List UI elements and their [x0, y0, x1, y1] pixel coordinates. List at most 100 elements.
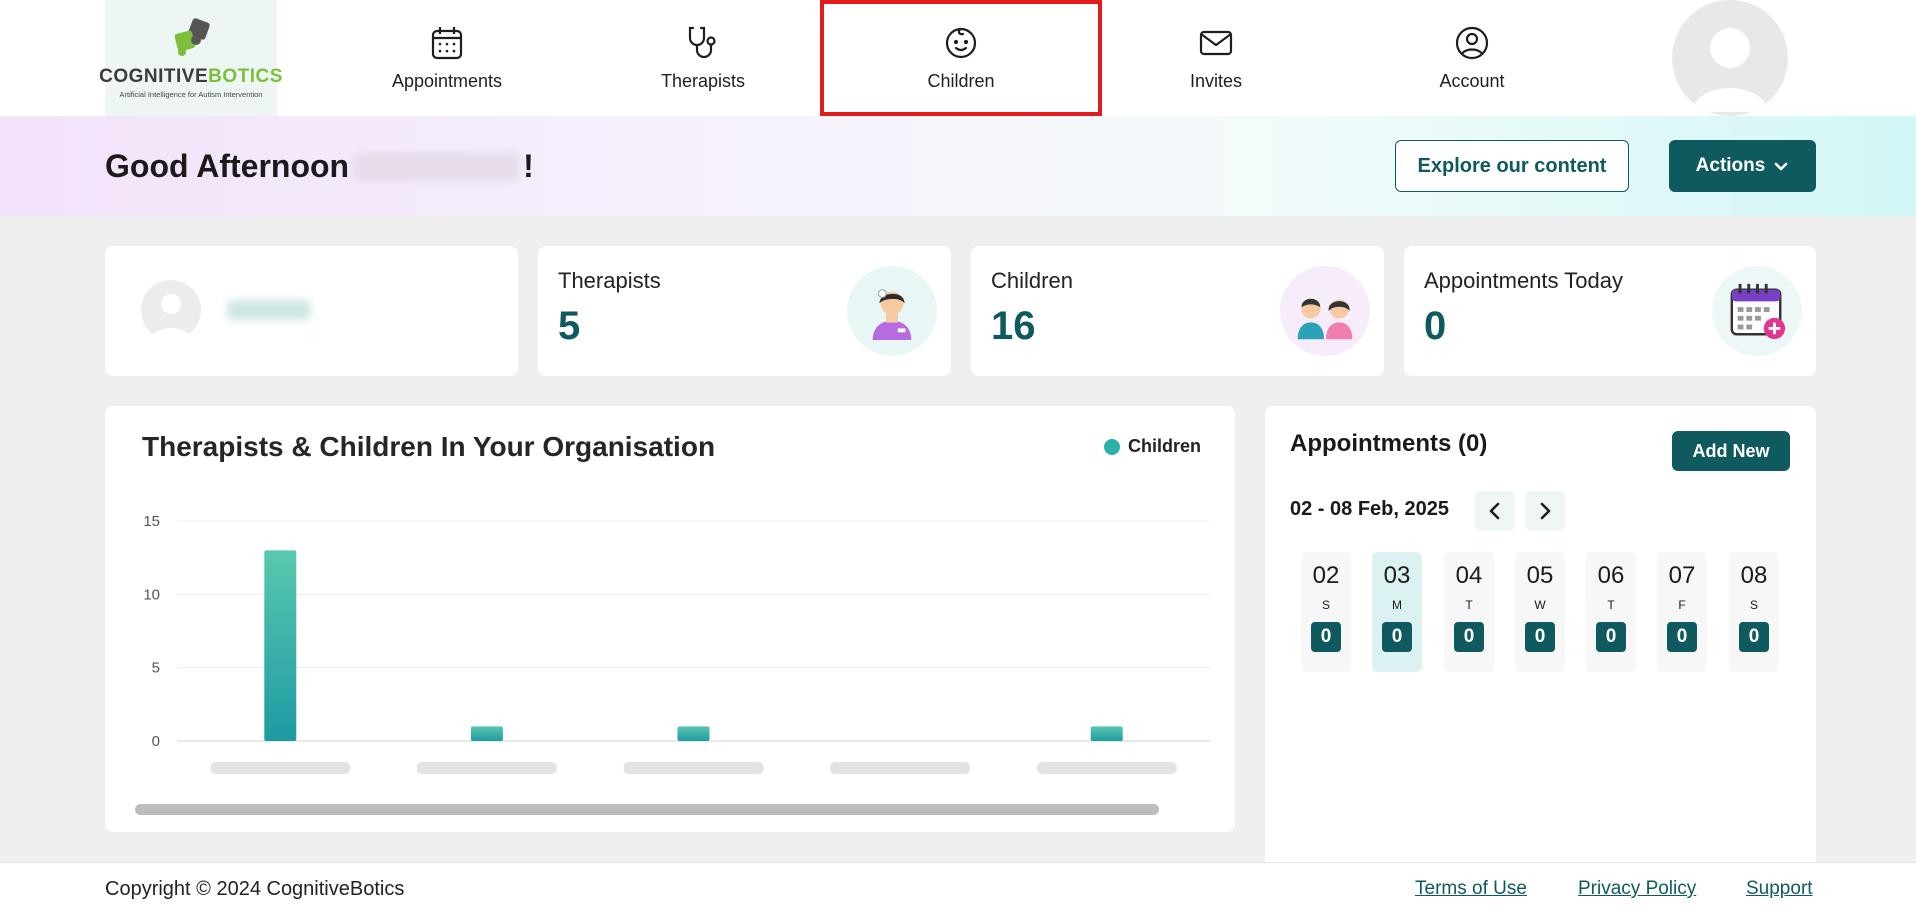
envelope-icon — [1199, 30, 1233, 55]
bar[interactable] — [470, 726, 503, 741]
nav-label-account: Account — [1439, 70, 1505, 91]
day-weekday: F — [1678, 598, 1686, 612]
week-date-range: 02 - 08 Feb, 2025 — [1290, 498, 1449, 520]
nav-item-invites[interactable]: Invites — [1075, 0, 1357, 116]
greeting-punct: ! — [523, 148, 534, 184]
y-tick-label: 5 — [152, 660, 160, 677]
y-tick-label: 15 — [143, 513, 160, 530]
day-appointment-count: 0 — [1739, 622, 1769, 652]
y-tick-label: 10 — [143, 586, 160, 603]
nav-label-children: Children — [927, 70, 995, 91]
nav-label-invites: Invites — [1189, 70, 1243, 91]
nav-item-children[interactable]: Children — [820, 0, 1102, 116]
next-week-button[interactable] — [1525, 491, 1565, 531]
stethoscope-icon — [688, 26, 716, 58]
children-stat-card[interactable]: Children 16 — [971, 246, 1384, 376]
day-weekday: T — [1607, 598, 1615, 612]
default-avatar-icon — [1692, 28, 1768, 112]
baby-face-icon — [945, 27, 977, 58]
children-illustration — [1297, 298, 1353, 340]
chevron-down-icon — [1775, 162, 1788, 171]
day-number: 02 — [1312, 562, 1340, 589]
x-category-label-blurred — [1036, 762, 1177, 774]
explore-content-button[interactable]: Explore our content — [1395, 140, 1629, 192]
logo-brand-b: BOTICS — [208, 65, 283, 87]
day-weekday: S — [1321, 598, 1330, 612]
appointments-today-value: 0 — [1424, 304, 1447, 348]
day-appointment-count: 0 — [1596, 622, 1626, 652]
organisation-chart-card: Therapists & Children In Your Organisati… — [105, 406, 1235, 832]
children-stat-label: Children — [991, 268, 1073, 293]
day-cell[interactable]: 02 S 0 — [1301, 552, 1351, 672]
greeting-text: Good Afternoon ! — [105, 148, 534, 185]
day-weekday: S — [1749, 598, 1758, 612]
organisation-profile-card — [105, 246, 518, 376]
nav-item-account[interactable]: Account — [1331, 0, 1613, 116]
support-link[interactable]: Support — [1746, 878, 1813, 900]
day-cell[interactable]: 08 S 0 — [1729, 552, 1779, 672]
calendar-illustration — [1730, 283, 1786, 340]
terms-of-use-link[interactable]: Terms of Use — [1415, 878, 1527, 900]
therapists-stat-card[interactable]: Therapists 5 — [538, 246, 951, 376]
app-logo[interactable]: COGNITIVEBOTICS Artificial Intelligence … — [99, 0, 282, 116]
copyright-text: Copyright © 2024 CognitiveBotics — [105, 878, 405, 900]
chart-horizontal-scrollbar[interactable] — [135, 804, 1159, 815]
page-footer: Copyright © 2024 CognitiveBotics Terms o… — [0, 862, 1916, 911]
therapists-stat-label: Therapists — [558, 268, 661, 293]
day-cell[interactable]: 06 T 0 — [1586, 552, 1636, 672]
therapists-stat-value: 5 — [558, 304, 581, 348]
top-navigation: COGNITIVEBOTICS Artificial Intelligence … — [0, 0, 1916, 116]
day-appointment-count: 0 — [1454, 622, 1484, 652]
add-new-appointment-button[interactable]: Add New — [1672, 431, 1790, 471]
day-number: 07 — [1668, 562, 1696, 589]
children-stat-value: 16 — [991, 304, 1036, 348]
bar[interactable] — [1090, 726, 1123, 741]
nav-label-therapists: Therapists — [660, 70, 746, 91]
chevron-right-icon — [1540, 502, 1551, 520]
day-number: 06 — [1597, 562, 1625, 589]
bar-chart: 0 5 10 15 — [143, 513, 1210, 774]
day-appointment-count: 0 — [1311, 622, 1341, 652]
nav-item-appointments[interactable]: Appointments — [306, 0, 588, 116]
actions-label: Actions — [1695, 155, 1766, 176]
day-number: 05 — [1526, 562, 1554, 589]
appointments-title: Appointments (0) — [1290, 430, 1488, 457]
x-category-label-blurred — [416, 762, 557, 774]
appointments-today-label: Appointments Today — [1424, 268, 1623, 293]
user-circle-icon — [1455, 26, 1489, 59]
day-cell-selected[interactable]: 03 M 0 — [1372, 552, 1422, 672]
logo-brand: COGNITIVEBOTICS — [99, 66, 283, 88]
appointments-today-stat-card[interactable]: Appointments Today 0 — [1404, 246, 1816, 376]
nav-item-therapists[interactable]: Therapists — [562, 0, 844, 116]
privacy-policy-link[interactable]: Privacy Policy — [1578, 878, 1696, 900]
bar[interactable] — [677, 726, 710, 741]
day-appointment-count: 0 — [1667, 622, 1697, 652]
x-category-label-blurred — [830, 762, 971, 774]
puzzle-logo-icon — [174, 17, 210, 56]
chevron-left-icon — [1489, 502, 1500, 520]
greeting-banner: Good Afternoon ! Explore our content Act… — [0, 116, 1916, 216]
organisation-name-blurred — [227, 300, 311, 320]
user-avatar[interactable] — [1672, 0, 1788, 116]
logo-tagline: Artificial Intelligence for Autism Inter… — [119, 89, 263, 99]
logo-brand-a: COGNITIVE — [99, 65, 209, 87]
therapist-icon — [847, 266, 937, 356]
previous-week-button[interactable] — [1475, 491, 1515, 531]
day-appointment-count: 0 — [1382, 622, 1412, 652]
calendar-icon — [431, 26, 463, 59]
bar[interactable] — [264, 550, 297, 741]
day-weekday: M — [1392, 598, 1402, 612]
day-cell[interactable]: 07 F 0 — [1657, 552, 1707, 672]
user-name-blurred — [353, 152, 520, 181]
day-number: 04 — [1455, 562, 1483, 589]
day-cell[interactable]: 05 W 0 — [1515, 552, 1565, 672]
actions-dropdown-button[interactable]: Actions — [1669, 140, 1816, 192]
default-avatar-icon — [151, 294, 191, 340]
calendar-add-icon — [1712, 266, 1802, 356]
therapist-illustration — [872, 289, 912, 340]
day-weekday: T — [1465, 598, 1473, 612]
day-cell[interactable]: 04 T 0 — [1444, 552, 1494, 672]
day-appointment-count: 0 — [1525, 622, 1555, 652]
nav-label-appointments: Appointments — [391, 70, 503, 91]
day-weekday: W — [1534, 598, 1546, 612]
